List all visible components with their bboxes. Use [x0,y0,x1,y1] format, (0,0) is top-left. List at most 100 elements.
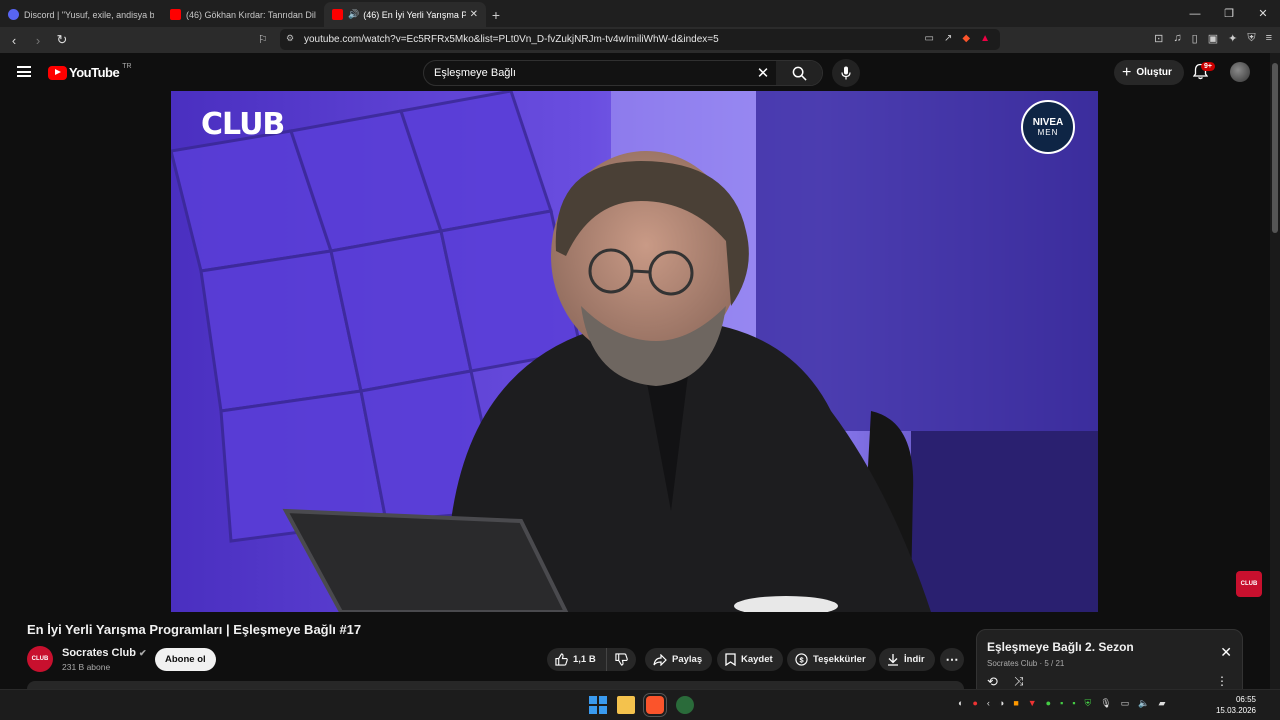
channel-name[interactable]: Socrates Club ✔ [62,647,147,659]
close-tab-icon[interactable]: ✕ [470,9,478,20]
download-label: İndir [904,654,925,665]
hamburger-menu-icon[interactable] [17,66,31,77]
minimize-button[interactable]: — [1178,0,1212,27]
like-button[interactable]: 1,1 B [547,648,606,671]
voice-search-button[interactable] [832,59,860,87]
clock[interactable]: 06:55 15.03.2026 [1216,694,1256,716]
browser-toolbar: ‹ › ↻ ⚐ ⚙ youtube.com/watch?v=Ec5RFRx5Mk… [0,27,1280,53]
tray-icon-9[interactable]: ▪ [1072,698,1075,709]
search-box: Eşleşmeye Bağlı ✕ [423,60,823,86]
windows-start-icon[interactable] [589,696,607,714]
tray-icon-4[interactable]: ◑ [999,698,1004,709]
download-button[interactable]: İndir [879,648,935,671]
volume-icon[interactable]: 🔈 [1138,698,1149,709]
sponsor-text-2: MEN [1037,128,1059,137]
thumbs-down-icon [615,653,628,666]
clock-time: 06:55 [1235,695,1256,704]
description-box-edge [27,681,964,689]
channel-watermark[interactable]: CLUB [1236,571,1262,597]
page-scrollbar[interactable] [1270,53,1280,720]
channel-name-text: Socrates Club [62,647,136,659]
share-page-icon[interactable]: ↗ [944,33,952,44]
close-playlist-icon[interactable]: ✕ [1220,644,1232,661]
back-button[interactable]: ‹ [4,33,24,48]
super-thanks-icon: $ [795,653,808,666]
close-window-button[interactable]: ✕ [1246,0,1280,27]
thanks-button[interactable]: $ Teşekkürler [787,648,876,671]
more-actions-button[interactable]: ⋯ [940,648,964,671]
new-tab-button[interactable]: + [486,2,506,27]
wallet-icon[interactable]: ▣ [1208,32,1218,45]
file-explorer-icon[interactable] [617,696,635,714]
youtube-play-icon [48,65,67,80]
battery-icon[interactable]: ▰ [1158,698,1165,709]
save-label: Kaydet [741,654,773,665]
tray-icon-8[interactable]: ▪ [1060,698,1063,709]
sidebar-icon[interactable]: ▯ [1192,32,1198,45]
mic-tray-icon[interactable]: 🎙 [1100,698,1111,709]
scrollbar-thumb[interactable] [1272,63,1278,233]
brave-browser-icon[interactable] [643,693,667,717]
share-button[interactable]: Paylaş [645,648,713,671]
thumbs-up-icon [555,653,568,666]
save-button[interactable]: Kaydet [717,648,783,671]
cast-icon[interactable]: ▭ [925,33,934,44]
microphone-icon [841,66,851,80]
sponsor-text-1: NIVEA [1032,117,1064,128]
loop-playlist-icon[interactable]: ⟲ [987,674,998,690]
window-controls: — ❐ ✕ [1178,0,1280,27]
network-icon[interactable]: ▭ [1121,698,1130,709]
create-label: Oluştur [1136,67,1172,78]
country-code: TR [122,63,132,70]
restore-button[interactable]: ❐ [1212,0,1246,27]
bookmark-icon[interactable]: ⚐ [258,33,268,46]
app-icon[interactable] [676,696,694,714]
tray-icon-2[interactable]: ● [972,698,977,709]
reload-button[interactable]: ↻ [52,32,72,48]
youtube-logo[interactable]: YouTube TR [48,63,132,80]
rewards-icon[interactable]: ▲ [980,33,990,44]
leo-ai-icon[interactable]: ✦ [1228,32,1237,45]
media-icon[interactable]: ♫ [1173,32,1181,45]
logo-text: YouTube [69,65,120,80]
brave-shield-icon[interactable]: ◆ [962,33,970,44]
clear-search-icon[interactable]: ✕ [750,64,776,82]
download-icon [888,654,898,666]
club-overlay-logo: CLUB [201,107,285,142]
tray-icon-6[interactable]: ▼ [1028,698,1037,709]
search-input[interactable]: Eşleşmeye Bağlı [424,67,750,79]
tray-icon-7[interactable]: ● [1046,698,1051,709]
notification-badge: 9+ [1201,62,1215,71]
address-bar[interactable]: ⚙ youtube.com/watch?v=Ec5RFRx5Mko&list=P… [280,29,1000,50]
toolbar-right: ⊡ ♫ ▯ ▣ ✦ ⛨ ≡ [1154,32,1272,45]
account-avatar[interactable] [1230,62,1250,82]
tray-icon-1[interactable]: ◐ [958,698,963,709]
dislike-button[interactable] [606,648,636,671]
playlist-title[interactable]: Eşleşmeye Bağlı 2. Sezon [987,640,1134,654]
bookmark-save-icon [725,653,736,666]
tab-youtube-1[interactable]: (46) Gökhan Kırdar: Tanrıdan Diledim [162,2,324,27]
verified-icon: ✔ [139,648,147,658]
menu-icon[interactable]: ≡ [1266,32,1272,45]
channel-avatar[interactable]: CLUB [27,646,53,672]
video-player[interactable]: CLUB NIVEA MEN [171,91,1098,612]
tab-youtube-active[interactable]: 🔊 (46) En İyi Yerli Yarışma Progr ✕ [324,2,486,27]
youtube-icon [170,9,181,20]
vpn-icon[interactable]: ⛨ [1247,32,1255,45]
tab-discord[interactable]: Discord | "Yusuf, exile, andisya b [0,2,162,27]
search-button[interactable] [776,61,822,85]
tray-icon-3[interactable]: ‹ [987,698,990,709]
create-button[interactable]: + Oluştur [1114,60,1184,85]
site-info-icon[interactable]: ⚙ [286,33,294,44]
tab-title: Discord | "Yusuf, exile, andisya b [24,9,154,20]
screenshot-icon[interactable]: ⊡ [1154,32,1163,45]
playlist-menu-icon[interactable]: ⋮ [1216,674,1228,688]
forward-button[interactable]: › [28,33,48,48]
sponsor-badge: NIVEA MEN [1021,100,1075,154]
clock-date: 15.03.2026 [1215,706,1256,715]
security-icon[interactable]: ⛨ [1085,698,1092,709]
subscribe-button[interactable]: Abone ol [155,648,216,671]
tray-icon-5[interactable]: ■ [1013,698,1018,709]
shuffle-icon[interactable]: ⤨ [1014,674,1024,689]
speaker-icon[interactable]: 🔊 [348,9,359,20]
